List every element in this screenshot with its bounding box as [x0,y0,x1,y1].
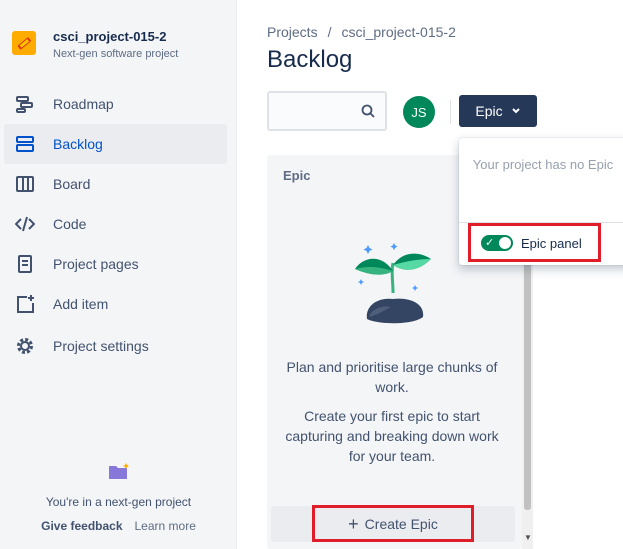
divider [450,100,451,124]
next-gen-text: You're in a next-gen project [45,495,192,509]
backlog-column [540,240,623,549]
sidebar-item-label: Project settings [53,338,149,354]
sidebar-item-board[interactable]: Board [4,164,227,204]
sidebar-item-label: Board [53,176,91,192]
sidebar: csci_project-015-2 Next-gen software pro… [0,0,237,549]
backlog-icon [14,133,36,155]
breadcrumb-projects[interactable]: Projects [267,24,318,40]
project-name: csci_project-015-2 [53,29,167,44]
sidebar-footer: You're in a next-gen project Give feedba… [0,462,237,533]
page-icon [14,253,36,275]
roadmap-icon [14,93,36,115]
gear-icon [14,335,36,357]
epic-button-label: Epic [475,103,503,119]
breadcrumb-separator: / [327,24,332,40]
sidebar-item-label: Project pages [53,256,139,272]
add-item-icon [14,293,36,315]
project-header[interactable]: csci_project-015-2 Next-gen software pro… [12,29,178,62]
plant-illustration-icon [353,241,437,336]
epic-description-plan: Plan and prioritise large chunks of work… [286,359,498,395]
sidebar-item-label: Code [53,216,87,232]
highlight-box-epic-panel [468,223,601,262]
scroll-down-icon[interactable]: ▼ [524,533,532,542]
sidebar-nav: Roadmap Backlog Board Code Project pages [4,84,227,366]
sidebar-item-roadmap[interactable]: Roadmap [4,84,227,124]
breadcrumb: Projects / csci_project-015-2 [267,24,456,40]
epic-description-create: Create your first epic to start capturin… [285,408,499,464]
sidebar-item-label: Add item [53,296,109,312]
board-icon [14,173,36,195]
give-feedback-link[interactable]: Give feedback [41,519,122,533]
epic-panel-title: Epic [283,168,311,183]
project-avatar-icon [12,31,36,55]
sidebar-item-label: Roadmap [53,96,114,112]
no-epic-text: Your project has no Epic [472,157,614,172]
sidebar-item-backlog[interactable]: Backlog [4,124,227,164]
search-icon[interactable] [361,104,375,123]
sidebar-item-code[interactable]: Code [4,204,227,244]
sidebar-item-project-pages[interactable]: Project pages [4,244,227,284]
page-title: Backlog [267,46,353,73]
folder-sparkle-icon [107,462,131,487]
epic-filter-button[interactable]: Epic [459,95,537,127]
chevron-down-icon [511,103,521,119]
learn-more-link[interactable]: Learn more [135,519,196,533]
sidebar-item-project-settings[interactable]: Project settings [4,326,227,366]
project-type: Next-gen software project [53,48,179,60]
search-box[interactable] [267,91,387,131]
search-input[interactable] [269,93,359,129]
breadcrumb-project[interactable]: csci_project-015-2 [341,24,455,40]
sidebar-item-add-item[interactable]: Add item [4,284,227,324]
code-icon [14,213,36,235]
sidebar-item-label: Backlog [53,136,103,152]
highlight-box-create-epic [312,505,474,542]
avatar[interactable]: JS [403,96,435,128]
